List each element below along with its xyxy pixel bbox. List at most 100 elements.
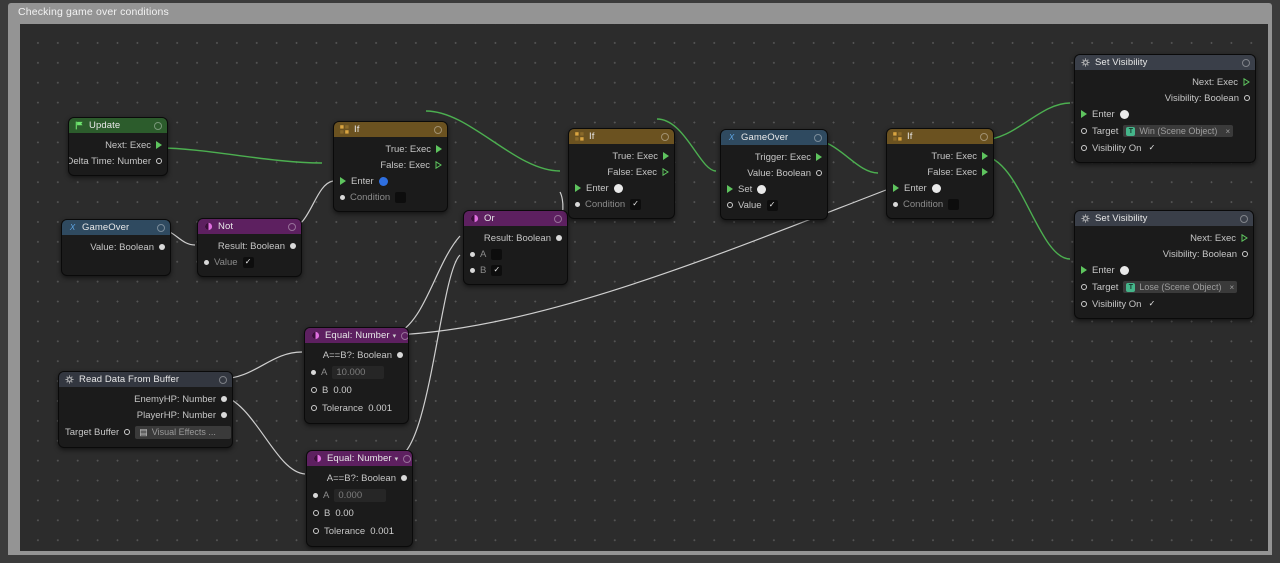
output-row-result[interactable]: Result: Boolean bbox=[198, 238, 301, 254]
exec-out-port[interactable] bbox=[1241, 234, 1248, 242]
exec-in-port[interactable] bbox=[1081, 266, 1087, 274]
data-in-port[interactable] bbox=[1081, 145, 1087, 151]
node-menu-icon[interactable] bbox=[288, 222, 296, 231]
node-menu-icon[interactable] bbox=[1242, 58, 1250, 67]
input-row-b[interactable]: B ✓ bbox=[464, 262, 567, 278]
node-menu-icon[interactable] bbox=[1240, 214, 1248, 223]
a-checkbox[interactable] bbox=[491, 248, 503, 260]
data-in-port[interactable] bbox=[470, 251, 475, 257]
condition-checkbox[interactable]: ✓ bbox=[630, 198, 642, 210]
exec-in-port[interactable] bbox=[575, 184, 581, 192]
input-row-set[interactable]: Set bbox=[721, 181, 827, 197]
exec-out-port-true[interactable] bbox=[663, 152, 669, 160]
data-in-port[interactable] bbox=[893, 201, 898, 207]
exec-in-port[interactable] bbox=[727, 185, 733, 193]
node-header[interactable]: Update bbox=[69, 118, 167, 133]
output-row-visibility[interactable]: Visibility: Boolean bbox=[1075, 246, 1253, 262]
input-row-target-buffer[interactable]: Target Buffer ▤ Visual Effects ... bbox=[59, 423, 232, 441]
node-menu-icon[interactable] bbox=[219, 375, 227, 384]
data-in-port[interactable] bbox=[124, 429, 131, 435]
data-in-port[interactable] bbox=[311, 405, 317, 411]
node-header[interactable]: Equal: Number ▾ bbox=[307, 451, 412, 466]
enter-state-indicator[interactable] bbox=[378, 176, 388, 186]
output-row-true-exec[interactable]: True: Exec bbox=[887, 148, 993, 164]
input-row-b[interactable]: B 0.00 bbox=[307, 504, 412, 522]
input-row-enter[interactable]: Enter bbox=[569, 180, 674, 196]
node-gameover-get[interactable]: X GameOver Value: Boolean bbox=[61, 219, 171, 276]
exec-out-port[interactable] bbox=[156, 141, 162, 149]
input-row-tolerance[interactable]: Tolerance 0.001 bbox=[305, 399, 408, 417]
exec-out-port-false[interactable] bbox=[982, 168, 988, 176]
exec-out-port[interactable] bbox=[1243, 78, 1250, 86]
output-row-result[interactable]: A==B?: Boolean bbox=[305, 347, 408, 363]
node-equal-number-1[interactable]: Equal: Number ▾ A==B?: Boolean A 10.000 bbox=[304, 327, 409, 424]
node-read-data-from-buffer[interactable]: Read Data From Buffer EnemyHP: Number Pl… bbox=[58, 371, 233, 448]
node-header[interactable]: If bbox=[569, 129, 674, 144]
input-row-enter[interactable]: Enter bbox=[1075, 106, 1255, 122]
clear-target-icon[interactable]: × bbox=[1225, 283, 1234, 292]
output-row-enemy-hp[interactable]: EnemyHP: Number bbox=[59, 391, 232, 407]
exec-out-port[interactable] bbox=[816, 153, 822, 161]
node-header[interactable]: Set Visibility bbox=[1075, 55, 1255, 70]
data-in-port[interactable] bbox=[204, 259, 209, 265]
output-row-false-exec[interactable]: False: Exec bbox=[887, 164, 993, 180]
graph-canvas[interactable]: Update Next: Exec Delta Time: Number X G… bbox=[20, 24, 1268, 551]
b-value-field[interactable]: 0.00 bbox=[333, 385, 352, 396]
output-row-player-hp[interactable]: PlayerHP: Number bbox=[59, 407, 232, 423]
target-object-field[interactable]: T Lose (Scene Object) × bbox=[1123, 281, 1238, 293]
input-row-b[interactable]: B 0.00 bbox=[305, 381, 408, 399]
value-checkbox[interactable]: ✓ bbox=[766, 199, 778, 211]
data-in-port[interactable] bbox=[575, 201, 580, 207]
node-not[interactable]: Not Result: Boolean Value ✓ bbox=[197, 218, 302, 277]
output-row-true-exec[interactable]: True: Exec bbox=[334, 141, 447, 157]
data-in-port[interactable] bbox=[313, 510, 319, 516]
input-row-a[interactable]: A bbox=[464, 246, 567, 262]
data-out-port[interactable] bbox=[816, 170, 822, 176]
node-header[interactable]: Or bbox=[464, 211, 567, 226]
node-or[interactable]: Or Result: Boolean A B ✓ bbox=[463, 210, 568, 285]
data-in-port[interactable] bbox=[313, 492, 318, 498]
output-row-true-exec[interactable]: True: Exec bbox=[569, 148, 674, 164]
output-row-result[interactable]: Result: Boolean bbox=[464, 230, 567, 246]
enter-state-indicator[interactable] bbox=[1119, 109, 1129, 119]
exec-out-port-true[interactable] bbox=[982, 152, 988, 160]
data-out-port[interactable] bbox=[156, 158, 162, 164]
set-state-indicator[interactable] bbox=[757, 184, 767, 194]
data-in-port[interactable] bbox=[313, 528, 319, 534]
value-checkbox[interactable]: ✓ bbox=[242, 256, 254, 268]
data-in-port[interactable] bbox=[311, 369, 316, 375]
input-row-a[interactable]: A 0.000 bbox=[307, 486, 412, 504]
node-header[interactable]: Equal: Number ▾ bbox=[305, 328, 408, 343]
node-if-3[interactable]: If True: Exec False: Exec Enter Conditio… bbox=[886, 128, 994, 219]
data-out-port[interactable] bbox=[397, 352, 403, 358]
data-in-port[interactable] bbox=[340, 194, 345, 200]
a-value-field[interactable]: 10.000 bbox=[332, 365, 385, 379]
input-row-value[interactable]: Value ✓ bbox=[721, 197, 827, 213]
target-object-field[interactable]: T Win (Scene Object) × bbox=[1123, 125, 1234, 137]
data-in-port[interactable] bbox=[1081, 284, 1087, 290]
data-out-port[interactable] bbox=[290, 243, 296, 249]
exec-in-port[interactable] bbox=[893, 184, 899, 192]
node-header[interactable]: If bbox=[334, 122, 447, 137]
input-row-target[interactable]: Target T Win (Scene Object) × bbox=[1075, 122, 1255, 140]
output-row-value[interactable]: Value: Boolean bbox=[62, 239, 170, 255]
node-menu-icon[interactable] bbox=[814, 133, 822, 142]
data-in-port[interactable] bbox=[311, 387, 317, 393]
input-row-visibility-on[interactable]: Visibility On ✓ bbox=[1075, 296, 1253, 312]
node-menu-icon[interactable] bbox=[154, 121, 162, 130]
data-in-port[interactable] bbox=[470, 267, 475, 273]
node-menu-icon[interactable] bbox=[157, 223, 165, 232]
enter-state-indicator[interactable] bbox=[931, 183, 941, 193]
a-value-field[interactable]: 0.000 bbox=[334, 488, 387, 502]
input-row-enter[interactable]: Enter bbox=[887, 180, 993, 196]
enter-state-indicator[interactable] bbox=[1119, 265, 1129, 275]
input-row-target[interactable]: Target T Lose (Scene Object) × bbox=[1075, 278, 1253, 296]
input-row-enter[interactable]: Enter bbox=[1075, 262, 1253, 278]
enter-state-indicator[interactable] bbox=[613, 183, 623, 193]
exec-out-port-false[interactable] bbox=[662, 168, 669, 176]
data-out-port[interactable] bbox=[1242, 251, 1248, 257]
clear-target-icon[interactable]: × bbox=[1221, 127, 1230, 136]
input-row-condition[interactable]: Condition bbox=[334, 189, 447, 205]
output-row-next-exec[interactable]: Next: Exec bbox=[1075, 74, 1255, 90]
output-row-false-exec[interactable]: False: Exec bbox=[334, 157, 447, 173]
